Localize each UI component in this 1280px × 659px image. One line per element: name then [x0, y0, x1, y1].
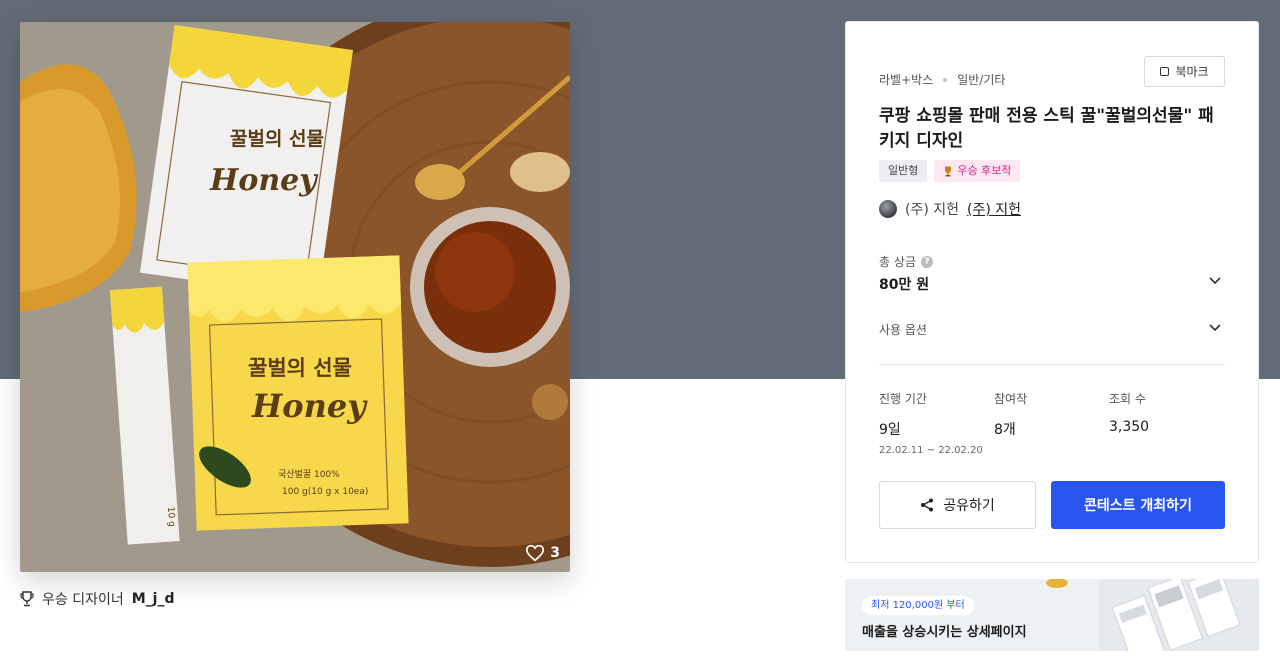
winner-designer-line: 우승 디자이너 M_j_d — [20, 589, 175, 609]
host-row: (주) 지헌 (주) 지헌 — [879, 199, 1021, 219]
separator-dot — [943, 77, 948, 82]
winner-name[interactable]: M_j_d — [132, 591, 175, 607]
duration-dates: 22.02.11 ~ 22.02.20 — [879, 445, 983, 456]
box-title-white: 꿀벌의 선물 — [230, 128, 324, 150]
heart-icon — [526, 544, 545, 562]
host-avatar[interactable] — [879, 200, 897, 218]
bookmark-button[interactable]: 북마크 — [1144, 56, 1225, 87]
views-label: 조회 수 — [1109, 392, 1146, 406]
like-button[interactable]: 3 — [525, 544, 560, 562]
stat-duration: 진행 기간 9일 22.02.11 ~ 22.02.20 — [879, 390, 983, 456]
entries-value: 8개 — [994, 422, 1016, 438]
usage-options-toggle[interactable]: 사용 옵션 — [879, 321, 927, 338]
host-name-link[interactable]: (주) 지헌 — [967, 199, 1021, 219]
product-image[interactable]: 꿀벌의 선물 Honey 꿀벌의 선물 Honey 국산벌꿀 100% 100 … — [20, 22, 570, 572]
honey-text-yellow: Honey — [251, 387, 368, 425]
winner-label: 우승 디자이너 — [42, 592, 124, 608]
prize-value: 80만 원 — [879, 277, 930, 293]
ad-banner[interactable]: 최저 120,000원 부터 매출을 상승시키는 상세페이지 — [845, 579, 1259, 651]
host-name-text: (주) 지헌 — [905, 202, 960, 218]
contest-title: 쿠팡 쇼핑몰 판매 전용 스틱 꿀"꿀벌의선물" 패키지 디자인 — [879, 106, 1214, 151]
trophy-icon — [20, 591, 34, 607]
duration-label: 진행 기간 — [879, 392, 927, 406]
origin-text: 국산벌꿀 100% — [278, 469, 340, 480]
category-secondary[interactable]: 일반/기타 — [957, 71, 1005, 88]
divider — [879, 364, 1225, 365]
host-contest-button[interactable]: 콘테스트 개최하기 — [1051, 481, 1225, 529]
category-primary[interactable]: 라벨+박스 — [879, 71, 933, 88]
duration-value: 9일 — [879, 422, 901, 438]
stick-weight-text: 10 g — [165, 507, 176, 528]
prize-label-text: 총 상금 — [879, 255, 916, 269]
stat-entries: 참여작 8개 — [994, 390, 1027, 439]
honey-text-white: Honey — [209, 163, 319, 198]
trophy-icon — [945, 166, 952, 176]
ad-headline: 매출을 상승시키는 상세페이지 — [862, 625, 1027, 640]
entries-label: 참여작 — [994, 392, 1028, 406]
share-icon — [921, 498, 934, 512]
ad-price-chip: 최저 120,000원 부터 — [862, 596, 974, 615]
award-tag: 우승 후보작 — [934, 160, 1021, 182]
share-button[interactable]: 공유하기 — [879, 481, 1036, 529]
share-label: 공유하기 — [943, 498, 995, 514]
bookmark-label: 북마크 — [1175, 65, 1209, 79]
chevron-down-icon[interactable] — [1208, 320, 1222, 334]
bookmark-icon — [1160, 67, 1170, 76]
box-title-yellow: 꿀벌의 선물 — [248, 355, 352, 380]
chevron-down-icon[interactable] — [1208, 273, 1222, 287]
contest-type-tag: 일반형 — [879, 160, 928, 182]
decorative-shape — [1046, 579, 1068, 588]
weight-text: 100 g(10 g x 10ea) — [282, 487, 368, 497]
like-count: 3 — [550, 545, 560, 561]
tag-row: 일반형 우승 후보작 — [879, 160, 1021, 182]
ad-illustration — [1099, 579, 1259, 651]
views-value: 3,350 — [1109, 419, 1150, 435]
prize-label: 총 상금 ? — [879, 253, 933, 270]
help-icon[interactable]: ? — [920, 255, 933, 268]
award-tag-label: 우승 후보작 — [957, 164, 1012, 177]
contest-detail-card: 라벨+박스 일반/기타 북마크 쿠팡 쇼핑몰 판매 전용 스틱 꿀"꿀벌의선물"… — [845, 21, 1259, 563]
stat-views: 조회 수 3,350 — [1109, 390, 1149, 435]
category-breadcrumb: 라벨+박스 일반/기타 — [879, 71, 1005, 88]
